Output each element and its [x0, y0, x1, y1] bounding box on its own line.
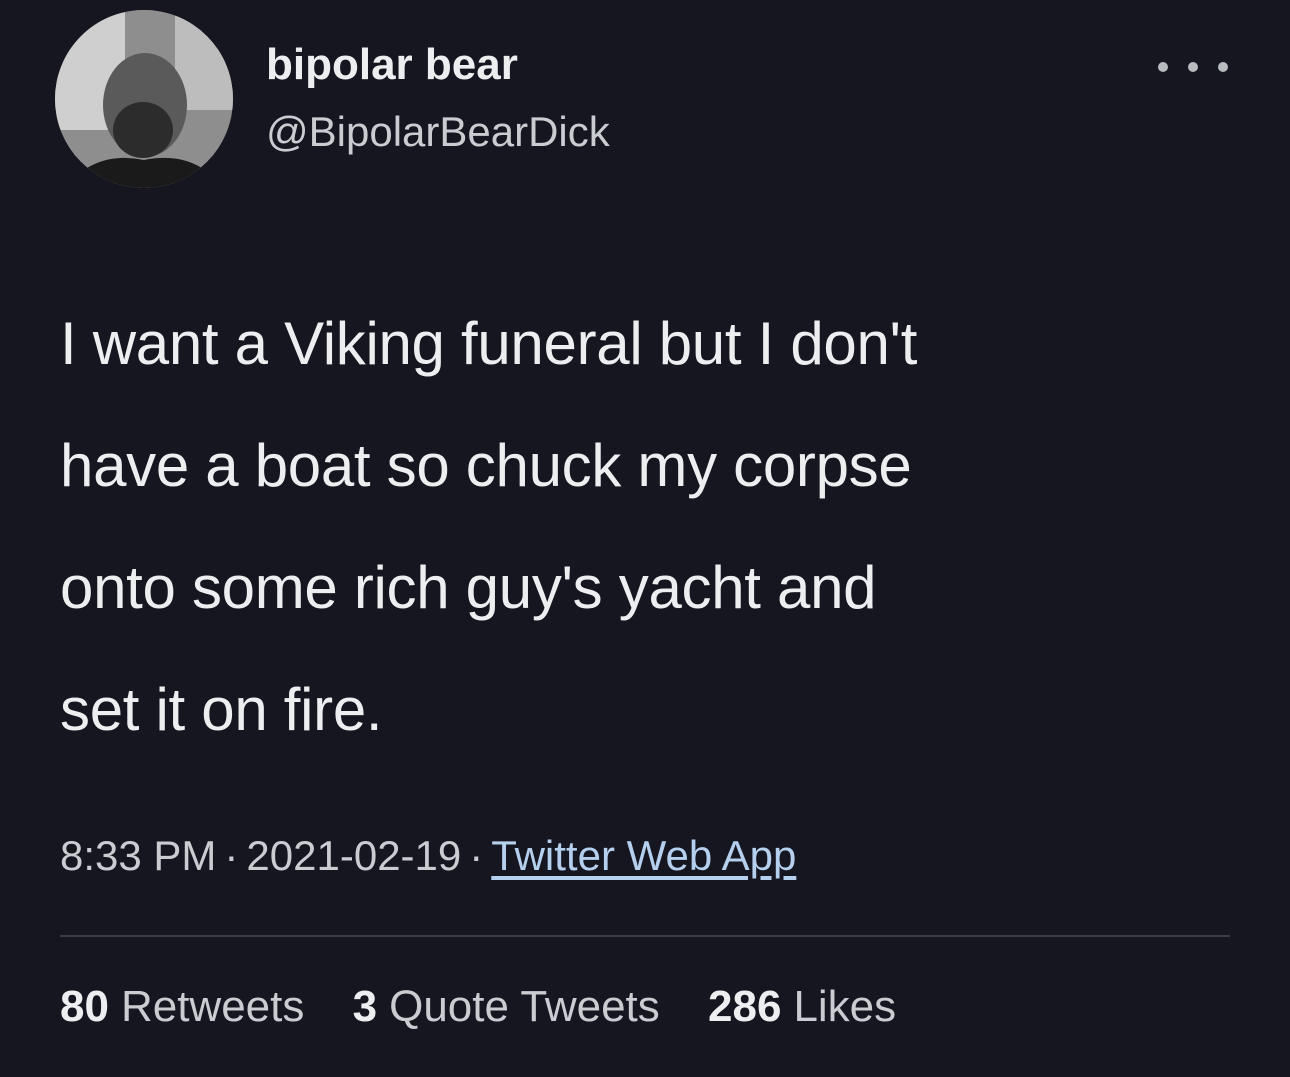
likes-label: Likes: [793, 982, 897, 1031]
tweet-time[interactable]: 8:33 PM: [60, 832, 216, 879]
quote-tweets-count: 3: [352, 982, 378, 1031]
avatar[interactable]: [55, 10, 233, 188]
tweet-text-line: I want a Viking funeral but I don't: [60, 310, 918, 377]
tweet-card: bipolar bear @BipolarBearDick I want a V…: [0, 0, 1290, 1077]
retweets-stat[interactable]: 80 Retweets: [60, 982, 304, 1031]
retweets-label: Retweets: [120, 982, 305, 1031]
tweet-text-line: have a boat so chuck my corpse: [60, 432, 912, 499]
user-handle[interactable]: @BipolarBearDick: [266, 108, 610, 156]
display-name[interactable]: bipolar bear: [266, 40, 518, 90]
likes-count: 286: [708, 982, 782, 1031]
tweet-stats: 80 Retweets 3 Quote Tweets 286 Likes: [60, 982, 932, 1032]
tweet-date[interactable]: 2021-02-19: [246, 832, 461, 879]
avatar-image: [55, 10, 233, 188]
tweet-text: I want a Viking funeral but I don't have…: [60, 283, 1250, 771]
meta-separator: ·: [224, 832, 239, 879]
tweet-text-line: set it on fire.: [60, 676, 383, 743]
more-options-button[interactable]: [1158, 52, 1228, 82]
tweet-source-link[interactable]: Twitter Web App: [491, 832, 796, 879]
divider: [60, 935, 1230, 937]
meta-separator: ·: [469, 832, 484, 879]
tweet-metadata: 8:33 PM · 2021-02-19 · Twitter Web App: [60, 832, 796, 880]
quote-tweets-label: Quote Tweets: [389, 982, 660, 1031]
more-horizontal-icon: [1158, 62, 1168, 72]
tweet-text-line: onto some rich guy's yacht and: [60, 554, 877, 621]
retweets-count: 80: [60, 982, 109, 1031]
likes-stat[interactable]: 286 Likes: [708, 982, 896, 1031]
quote-tweets-stat[interactable]: 3 Quote Tweets: [353, 982, 660, 1031]
more-horizontal-icon-dot: [1218, 62, 1228, 72]
more-horizontal-icon-dot: [1188, 62, 1198, 72]
